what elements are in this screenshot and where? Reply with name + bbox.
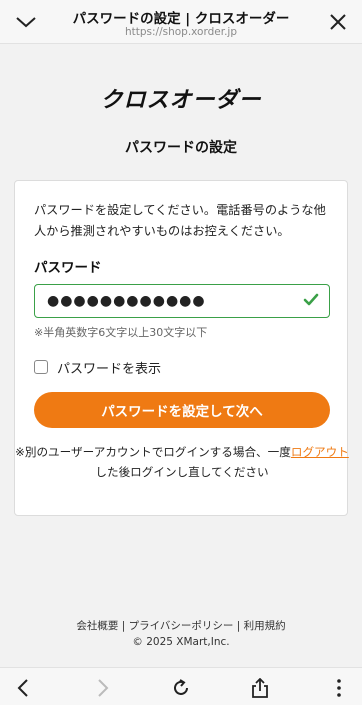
note-suffix: した後ログインし直してください <box>95 465 269 479</box>
browser-page-title: パスワードの設定 | クロスオーダー <box>72 11 290 27</box>
footer-links[interactable]: 会社概要 | プライバシーポリシー | 利用規約 <box>0 618 362 633</box>
chevron-down-icon[interactable] <box>14 13 38 31</box>
browser-top-bar: パスワードの設定 | クロスオーダー https://shop.xorder.j… <box>0 0 362 44</box>
check-icon <box>303 293 319 306</box>
browser-url[interactable]: https://shop.xorder.jp <box>60 26 302 38</box>
page-title: パスワードの設定 <box>125 140 237 156</box>
show-password-toggle[interactable]: パスワードを表示 <box>34 357 161 377</box>
note-prefix: ※別のユーザーアカウントでログインする場合、一度 <box>15 445 291 459</box>
show-password-label[interactable]: パスワードを表示 <box>57 358 161 377</box>
password-label: パスワード <box>34 260 102 276</box>
password-form-card: パスワードを設定してください。電話番号のような他人から推測されやすいものはお控え… <box>14 180 349 516</box>
logout-note: ※別のユーザーアカウントでログインする場合、一度ログアウトした後ログインし直して… <box>15 442 349 482</box>
browser-toolbar <box>0 667 362 705</box>
password-hint: ※半角英数字6文字以上30文字以下 <box>34 326 208 339</box>
reload-icon[interactable] <box>171 678 191 698</box>
more-icon[interactable] <box>329 678 349 698</box>
back-icon[interactable] <box>14 678 34 698</box>
submit-button[interactable]: パスワードを設定して次へ <box>34 392 330 428</box>
form-description: パスワードを設定してください。電話番号のような他人から推測されやすいものはお控え… <box>34 203 326 238</box>
brand-logo: クロスオーダー <box>100 88 262 113</box>
close-icon[interactable] <box>330 14 346 30</box>
copyright: © 2025 XMart,Inc. <box>132 636 230 648</box>
logout-link[interactable]: ログアウト <box>291 445 349 459</box>
password-field[interactable] <box>34 284 330 318</box>
forward-icon[interactable] <box>92 678 112 698</box>
share-icon[interactable] <box>250 678 270 698</box>
show-password-checkbox[interactable] <box>34 360 48 374</box>
